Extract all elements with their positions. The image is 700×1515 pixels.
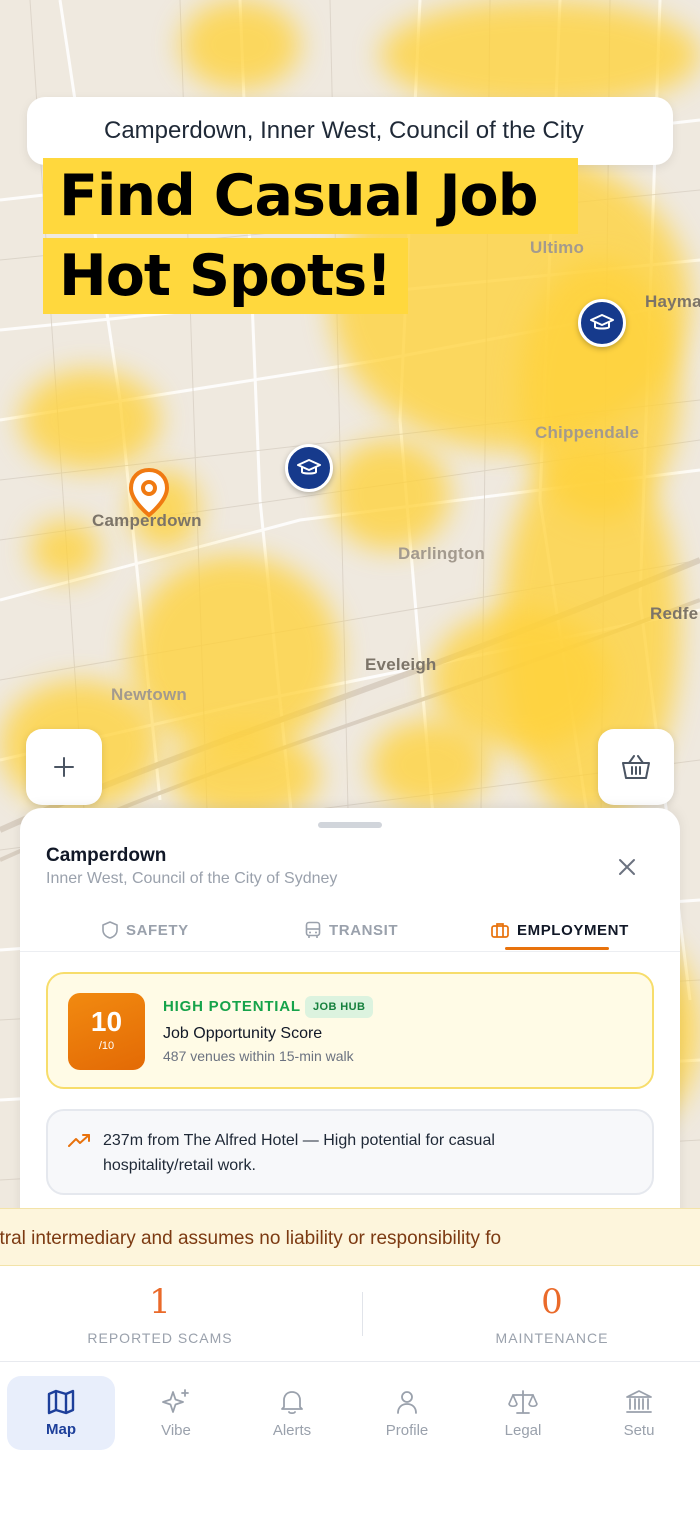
nav-item-alerts[interactable]: Alerts — [238, 1376, 346, 1450]
basket-button[interactable] — [598, 729, 674, 805]
sheet-subtitle: Inner West, Council of the City of Sydne… — [46, 870, 338, 887]
tab-employment-label: EMPLOYMENT — [517, 921, 629, 939]
location-search-text: Camperdown, Inner West, Council of the C… — [104, 117, 584, 144]
basket-icon — [622, 755, 650, 779]
score-detail: 487 venues within 15-min walk — [163, 1048, 354, 1064]
sheet-title: Camperdown — [46, 845, 167, 866]
nav-label-profile: Profile — [385, 1421, 429, 1439]
nav-label-alerts: Alerts — [272, 1421, 312, 1439]
tab-transit-label: TRANSIT — [329, 921, 399, 939]
tab-employment[interactable]: EMPLOYMENT — [491, 908, 629, 952]
briefcase-icon — [491, 923, 509, 938]
location-search-bar[interactable]: Camperdown, Inner West, Council of the C… — [27, 97, 673, 165]
nav-label-map: Map — [46, 1420, 76, 1438]
maintenance-stat[interactable]: 0 MAINTENANCE — [422, 1266, 682, 1346]
reported-scams-label: REPORTED SCAMS — [87, 1330, 233, 1346]
active-tab-indicator — [505, 947, 609, 950]
bus-icon — [305, 921, 321, 938]
tab-transit[interactable]: TRANSIT — [305, 908, 398, 952]
map-label-chippendale: Chippendale — [535, 423, 640, 442]
sparkles-icon — [162, 1388, 189, 1413]
potential-label: HIGH POTENTIAL — [163, 998, 301, 1015]
graduation-cap-icon — [590, 314, 614, 330]
job-opportunity-card: 10 /10 HIGH POTENTIAL JOB HUB Job Opport… — [46, 972, 654, 1089]
disclaimer-ticker: y Ltd acts as a neutral intermediary and… — [0, 1208, 700, 1266]
nav-item-setu[interactable]: Setu — [585, 1376, 693, 1450]
scales-icon — [508, 1389, 538, 1414]
map-label-darlington: Darlington — [398, 544, 485, 563]
map-label-newtown: Newtown — [111, 685, 188, 704]
job-hub-badge: JOB HUB — [305, 996, 374, 1018]
maintenance-label: MAINTENANCE — [495, 1330, 609, 1346]
nav-label-vibe: Vibe — [161, 1421, 191, 1439]
map-label-eveleigh: Eveleigh — [365, 655, 437, 674]
stats-bar: 1 REPORTED SCAMS 0 MAINTENANCE — [0, 1266, 700, 1362]
close-icon — [619, 859, 635, 875]
score-value: 10 — [90, 1006, 123, 1037]
score-out-of: /10 — [98, 1040, 115, 1052]
detail-tabs: SAFETY TRANSIT EMPLOYMENT — [20, 908, 680, 952]
zoom-in-button[interactable] — [26, 729, 102, 805]
disclaimer-text: y Ltd acts as a neutral intermediary and… — [0, 1228, 502, 1249]
map-label-ultimo: Ultimo — [530, 238, 585, 257]
nav-label-legal: Legal — [504, 1421, 542, 1439]
nav-item-legal[interactable]: Legal — [469, 1376, 577, 1450]
education-pin[interactable] — [285, 444, 333, 492]
plus-icon — [54, 757, 74, 777]
bank-icon — [626, 1389, 652, 1413]
nav-item-vibe[interactable]: Vibe — [122, 1376, 230, 1450]
map-label-redfern: Redfe — [650, 604, 699, 623]
score-title: Job Opportunity Score — [163, 1025, 323, 1042]
maintenance-count: 0 — [541, 1282, 563, 1322]
close-sheet-button[interactable] — [612, 852, 642, 882]
location-pin-icon[interactable] — [128, 467, 170, 523]
insight-card: 237m from The Alfred Hotel — High potent… — [46, 1109, 654, 1195]
stats-divider — [362, 1292, 363, 1336]
map-label-haymarket: Hayma — [645, 292, 700, 311]
location-detail-sheet: Camperdown Inner West, Council of the Ci… — [20, 808, 680, 1222]
map-icon — [47, 1389, 75, 1414]
tab-safety-label: SAFETY — [126, 921, 189, 939]
headline-line-2: Hot Spots! — [43, 238, 408, 314]
insight-text: 237m from The Alfred Hotel — High potent… — [103, 1132, 495, 1174]
reported-scams-stat[interactable]: 1 REPORTED SCAMS — [30, 1266, 290, 1346]
education-pin[interactable] — [578, 299, 626, 347]
bottom-navigation: Map Vibe Alerts Profile Legal Setu — [0, 1363, 700, 1463]
nav-label-setu: Setu — [623, 1421, 655, 1439]
bell-icon — [281, 1390, 303, 1414]
score-badge: 10 /10 — [68, 993, 145, 1070]
shield-icon — [102, 921, 118, 939]
sheet-drag-handle[interactable] — [318, 822, 382, 828]
tab-safety[interactable]: SAFETY — [102, 908, 189, 952]
headline-line-1: Find Casual Job — [43, 158, 578, 234]
trending-up-icon — [68, 1134, 90, 1147]
nav-item-profile[interactable]: Profile — [353, 1376, 461, 1450]
user-icon — [397, 1390, 417, 1414]
graduation-cap-icon — [297, 459, 321, 475]
nav-item-map[interactable]: Map — [7, 1376, 115, 1450]
reported-scams-count: 1 — [149, 1282, 171, 1322]
